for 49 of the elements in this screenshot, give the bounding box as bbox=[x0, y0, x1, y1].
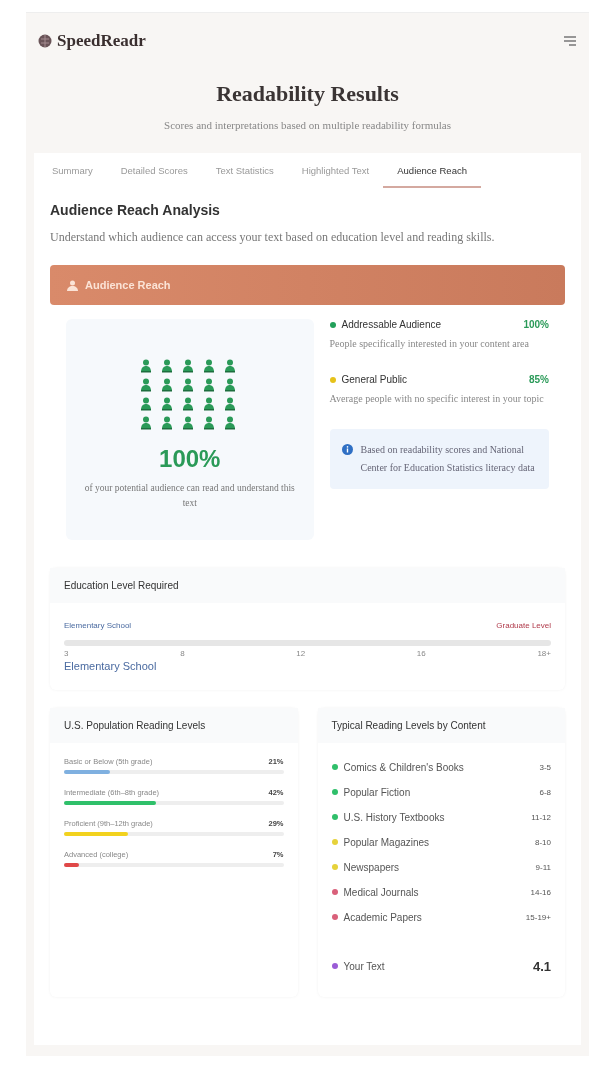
grade-range: 6-8 bbox=[539, 787, 551, 797]
grade-range: 8-10 bbox=[535, 837, 551, 847]
scale-label: Elementary School bbox=[64, 620, 132, 630]
grade-range: 14-16 bbox=[530, 887, 551, 897]
segment-name: General Public bbox=[341, 374, 409, 386]
panel-title: Typical Reading Levels by Content bbox=[331, 719, 486, 731]
content-name: Popular Fiction bbox=[343, 786, 412, 798]
your-score: 4.1 bbox=[532, 958, 551, 974]
reach-percent: 100% bbox=[159, 445, 221, 474]
logo-text[interactable]: SpeedReadr bbox=[57, 31, 146, 51]
grade-range: 9-11 bbox=[535, 862, 551, 872]
panel-title: Education Level Required bbox=[64, 579, 179, 591]
content-name: Popular Magazines bbox=[343, 836, 431, 848]
tab[interactable]: Detailed Scores bbox=[106, 153, 202, 188]
tick-label: 12 bbox=[296, 648, 306, 658]
tick-label: 3 bbox=[64, 648, 69, 658]
page-title: Readability Results bbox=[215, 81, 400, 107]
tab[interactable]: Summary bbox=[38, 153, 107, 188]
segment-value: 100% bbox=[523, 319, 549, 331]
note-text: Based on readability scores and National Center for Education Statistics literacy data bbox=[360, 443, 536, 476]
segment-description: People specifically interested in your content area bbox=[329, 337, 530, 352]
panel-title: U.S. Population Reading Levels bbox=[64, 719, 206, 731]
grade-range: 11-12 bbox=[531, 812, 551, 822]
content-name: Academic Papers bbox=[343, 911, 423, 923]
content-name: Newspapers bbox=[343, 861, 401, 873]
segment-description: Average people with no specific interest in your topic bbox=[329, 392, 545, 407]
section-title: Audience Reach Analysis bbox=[50, 202, 221, 218]
tab[interactable]: Highlighted Text bbox=[287, 153, 384, 188]
segment-name: Addressable Audience bbox=[341, 319, 443, 331]
tick-label: 8 bbox=[180, 648, 185, 658]
content-name: Comics & Children's Books bbox=[343, 761, 465, 773]
education-result: Elementary School bbox=[64, 659, 158, 672]
tab[interactable]: Text Statistics bbox=[201, 153, 288, 188]
people-icon bbox=[66, 279, 79, 291]
grade-range: 3-5 bbox=[539, 762, 551, 772]
info-icon bbox=[341, 444, 353, 456]
tick-label: 18+ bbox=[537, 648, 551, 658]
content-name: U.S. History Textbooks bbox=[343, 811, 446, 823]
reach-caption: of your potential audience can read and understand this text bbox=[83, 482, 296, 511]
content-name: Medical Journals bbox=[343, 886, 420, 898]
grade-range: 15-19+ bbox=[525, 912, 551, 922]
menu-icon[interactable] bbox=[563, 35, 577, 47]
segment-value: 85% bbox=[529, 374, 549, 386]
tick-label: 16 bbox=[416, 648, 426, 658]
banner-title: Audience Reach bbox=[85, 279, 171, 292]
content-name: Your Text bbox=[343, 960, 386, 972]
scale-label: Graduate Level bbox=[496, 620, 551, 630]
page-subtitle: Scores and interpretations based on multiple readability formulas bbox=[163, 119, 452, 131]
section-description: Understand which audience can access your text based on education level and reading skills. bbox=[50, 229, 496, 246]
